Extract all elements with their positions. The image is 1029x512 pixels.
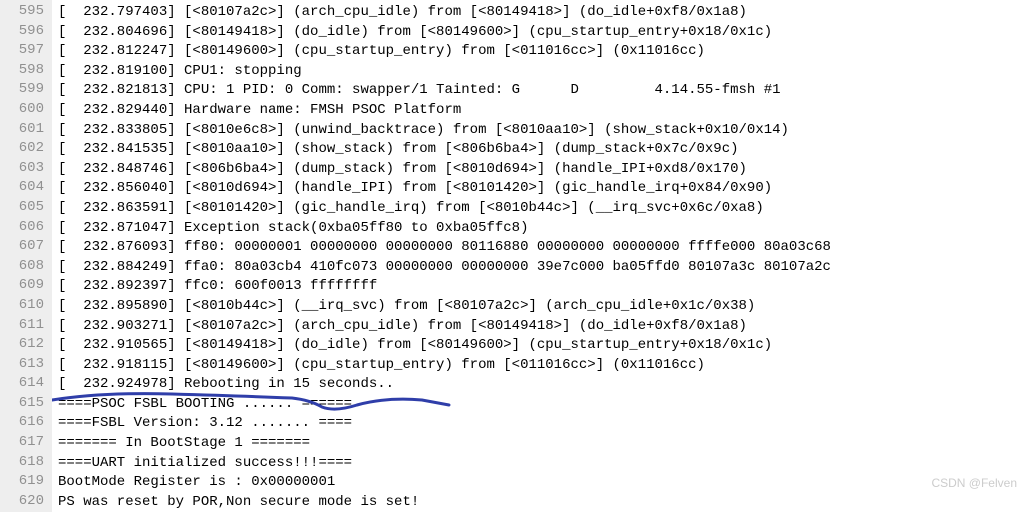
line-number: 595: [0, 2, 44, 22]
log-line: [ 232.892397] ffc0: 600f0013 ffffffff: [58, 277, 831, 297]
log-line: [ 232.821813] CPU: 1 PID: 0 Comm: swappe…: [58, 81, 831, 101]
line-number: 614: [0, 374, 44, 394]
line-number: 617: [0, 433, 44, 453]
log-line: [ 232.856040] [<8010d694>] (handle_IPI) …: [58, 179, 831, 199]
line-number: 606: [0, 218, 44, 238]
log-line: [ 232.841535] [<8010aa10>] (show_stack) …: [58, 140, 831, 160]
line-number: 620: [0, 492, 44, 512]
log-line: [ 232.884249] ffa0: 80a03cb4 410fc073 00…: [58, 258, 831, 278]
line-number: 615: [0, 394, 44, 414]
line-number: 602: [0, 139, 44, 159]
log-line: ====FSBL Version: 3.12 ....... ====: [58, 414, 831, 434]
log-line: [ 232.819100] CPU1: stopping: [58, 62, 831, 82]
line-number: 601: [0, 120, 44, 140]
line-number: 600: [0, 100, 44, 120]
log-content: [ 232.797403] [<80107a2c>] (arch_cpu_idl…: [52, 0, 831, 512]
line-number: 610: [0, 296, 44, 316]
line-number: 596: [0, 22, 44, 42]
log-line: [ 232.797403] [<80107a2c>] (arch_cpu_idl…: [58, 3, 831, 23]
line-number: 605: [0, 198, 44, 218]
line-number: 611: [0, 316, 44, 336]
log-line: [ 232.924978] Rebooting in 15 seconds..: [58, 375, 831, 395]
line-number: 604: [0, 178, 44, 198]
line-number: 618: [0, 453, 44, 473]
log-line: [ 232.829440] Hardware name: FMSH PSOC P…: [58, 101, 831, 121]
log-line: [ 232.895890] [<8010b44c>] (__irq_svc) f…: [58, 297, 831, 317]
log-line: [ 232.876093] ff80: 00000001 00000000 00…: [58, 238, 831, 258]
log-line: [ 232.918115] [<80149600>] (cpu_startup_…: [58, 356, 831, 376]
log-line: [ 232.863591] [<80101420>] (gic_handle_i…: [58, 199, 831, 219]
log-line: PS was reset by POR,Non secure mode is s…: [58, 493, 831, 512]
line-number: 603: [0, 159, 44, 179]
line-number: 616: [0, 413, 44, 433]
log-line: ====PSOC FSBL BOOTING ...... ======: [58, 395, 831, 415]
log-line: BootMode Register is : 0x00000001: [58, 473, 831, 493]
line-number: 619: [0, 472, 44, 492]
log-line: [ 232.812247] [<80149600>] (cpu_startup_…: [58, 42, 831, 62]
log-line: ======= In BootStage 1 =======: [58, 434, 831, 454]
line-number: 613: [0, 355, 44, 375]
line-number: 612: [0, 335, 44, 355]
log-line: [ 232.871047] Exception stack(0xba05ff80…: [58, 219, 831, 239]
line-number: 608: [0, 257, 44, 277]
line-number: 607: [0, 237, 44, 257]
log-line: [ 232.903271] [<80107a2c>] (arch_cpu_idl…: [58, 317, 831, 337]
line-number: 599: [0, 80, 44, 100]
line-number: 598: [0, 61, 44, 81]
log-line: ====UART initialized success!!!====: [58, 454, 831, 474]
log-line: [ 232.910565] [<80149418>] (do_idle) fro…: [58, 336, 831, 356]
line-number-gutter: 5955965975985996006016026036046056066076…: [0, 0, 52, 512]
watermark: CSDN @Felven: [931, 474, 1017, 494]
log-line: [ 232.804696] [<80149418>] (do_idle) fro…: [58, 23, 831, 43]
log-line: [ 232.833805] [<8010e6c8>] (unwind_backt…: [58, 121, 831, 141]
line-number: 609: [0, 276, 44, 296]
line-number: 597: [0, 41, 44, 61]
log-line: [ 232.848746] [<806b6ba4>] (dump_stack) …: [58, 160, 831, 180]
